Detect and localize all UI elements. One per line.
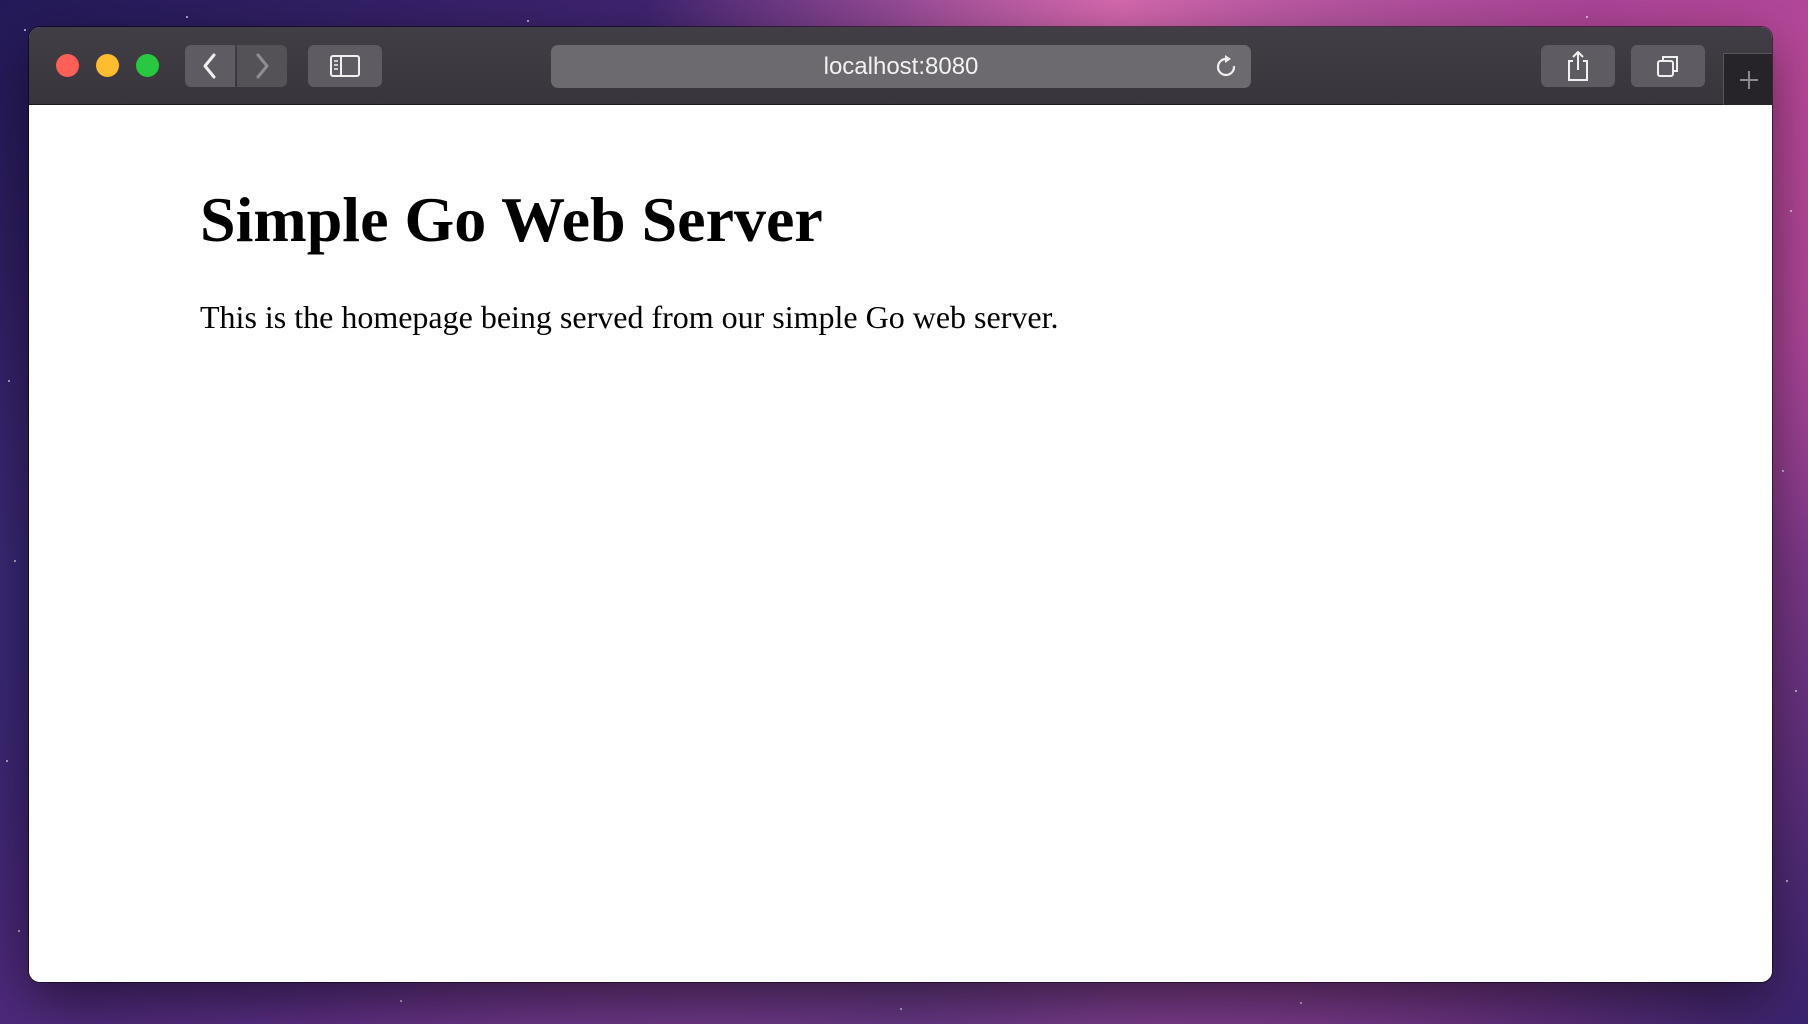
- address-text[interactable]: localhost:8080: [551, 45, 1251, 88]
- share-button[interactable]: [1541, 45, 1615, 87]
- sidebar-icon: [330, 55, 360, 77]
- reload-button[interactable]: [1211, 52, 1241, 82]
- reload-icon: [1216, 55, 1236, 77]
- chevron-right-icon: [256, 53, 269, 79]
- browser-window: localhost:8080 Simple Go Web Server This…: [29, 27, 1772, 982]
- minimize-button[interactable]: [96, 54, 119, 77]
- forward-button[interactable]: [237, 45, 287, 87]
- address-bar[interactable]: localhost:8080: [551, 45, 1251, 88]
- tab-overview-button[interactable]: [1631, 45, 1705, 87]
- close-button[interactable]: [56, 54, 79, 77]
- page-heading: Simple Go Web Server: [200, 184, 823, 255]
- new-tab-button[interactable]: [1723, 53, 1772, 105]
- zoom-button[interactable]: [136, 54, 159, 77]
- share-icon: [1568, 51, 1588, 81]
- tab-overview-icon: [1657, 56, 1678, 77]
- page-content: Simple Go Web Server This is the homepag…: [29, 105, 1772, 982]
- browser-toolbar: localhost:8080: [29, 27, 1772, 105]
- page-body-text: This is the homepage being served from o…: [200, 299, 1059, 335]
- chevron-left-icon: [203, 53, 216, 79]
- back-button[interactable]: [185, 45, 235, 87]
- sidebar-button[interactable]: [308, 45, 382, 87]
- plus-icon: [1739, 70, 1758, 89]
